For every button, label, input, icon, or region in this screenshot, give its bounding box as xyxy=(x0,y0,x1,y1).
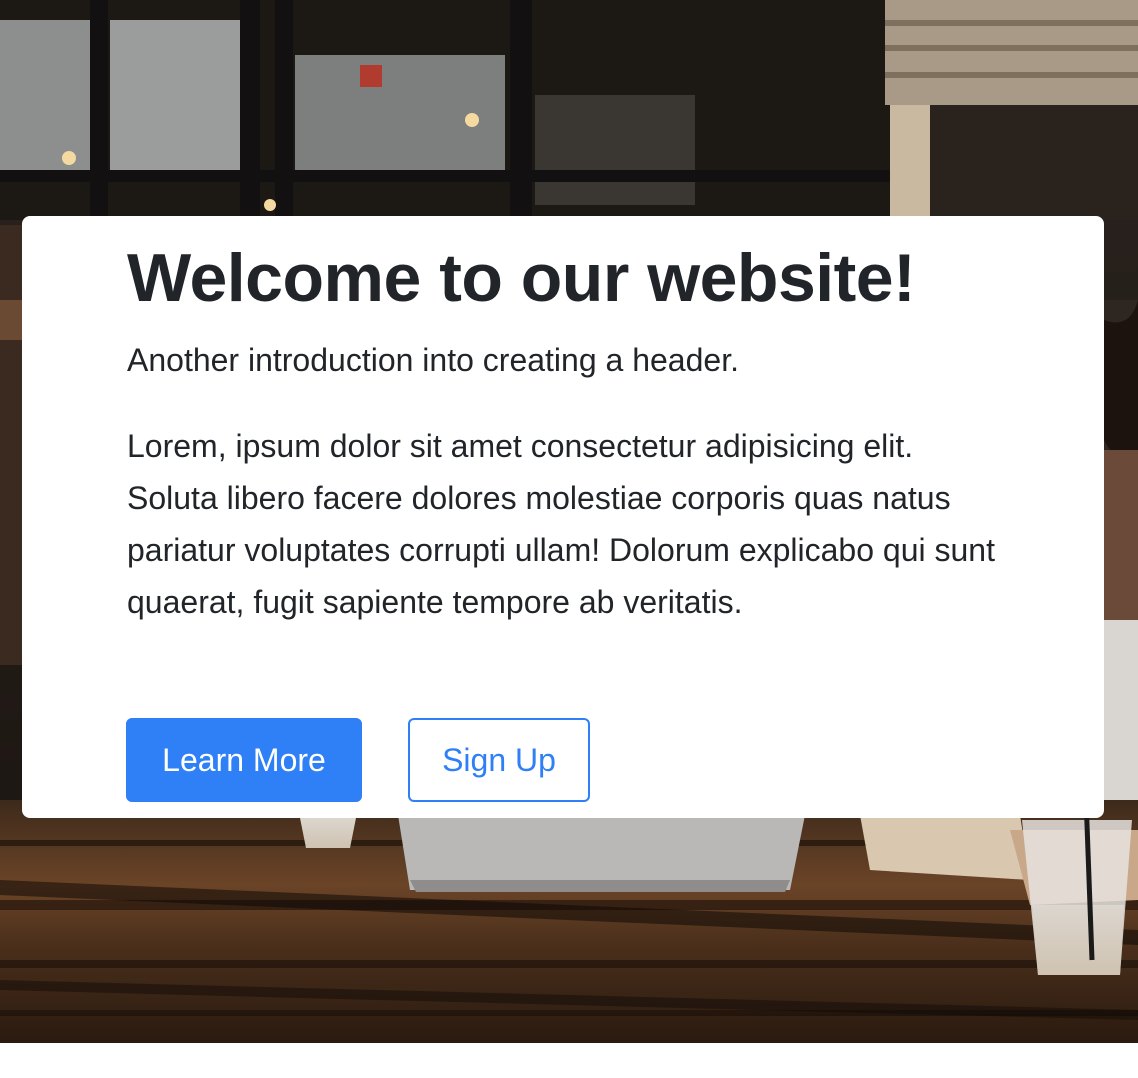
hero-subtitle: Another introduction into creating a hea… xyxy=(127,342,739,378)
hero-body-text: Lorem, ipsum dolor sit amet consectetur … xyxy=(127,428,995,620)
sign-up-button[interactable]: Sign Up xyxy=(408,718,590,802)
hero-section: Welcome to our website! Another introduc… xyxy=(0,0,1138,1043)
learn-more-button[interactable]: Learn More xyxy=(126,718,362,802)
hero-card-content: Welcome to our website! Another introduc… xyxy=(127,238,1007,628)
page-title: Welcome to our website! xyxy=(127,240,916,316)
hero-card: Welcome to our website! Another introduc… xyxy=(22,216,1104,818)
